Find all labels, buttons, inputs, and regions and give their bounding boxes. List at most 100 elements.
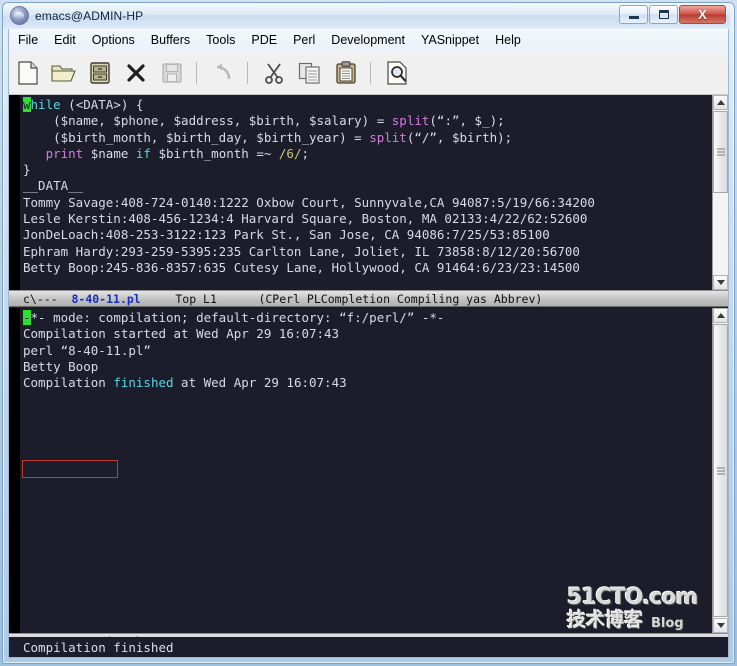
buffer-line: perl “8-40-11.pl” (23, 343, 444, 359)
buffer-line: Ephram Hardy:293-259-5395:235 Carlton La… (23, 244, 595, 260)
window-controls: X (618, 5, 726, 24)
buffer-line: -*- mode: compilation; default-directory… (23, 310, 444, 326)
menu-item-yasnippet[interactable]: YASnippet (414, 31, 486, 49)
chevron-down-icon (716, 623, 725, 628)
scroll-grip-icon (717, 148, 725, 156)
buffer-line: __DATA__ (23, 178, 595, 194)
menu-item-pde[interactable]: PDE (244, 31, 284, 49)
code-token: w (23, 97, 31, 112)
toolbar-separator-3 (370, 61, 371, 84)
code-token: hile (30, 97, 61, 112)
save-as-button[interactable] (83, 55, 117, 91)
compilation-buffer-fringe (9, 308, 20, 633)
code-modeline-position: Top L1 (175, 291, 217, 306)
code-vertical-scrollbar[interactable] (712, 95, 728, 290)
copy-button[interactable] (293, 55, 327, 91)
code-token: Compilation started at Wed Apr 29 16:07:… (23, 326, 340, 342)
menu-item-development[interactable]: Development (324, 31, 412, 49)
menu-item-perl[interactable]: Perl (286, 31, 322, 49)
code-token: *- mode: compilation; default-directory:… (30, 310, 445, 325)
buffer-line: JonDeLoach:408-253-3122:123 Park St., Sa… (23, 227, 595, 243)
chevron-up-icon (716, 100, 725, 105)
close-file-icon (127, 63, 145, 82)
save-button[interactable] (155, 55, 189, 91)
search-button[interactable] (380, 55, 414, 91)
minimize-icon (628, 16, 639, 19)
buffer-line: ($name, $phone, $address, $birth, $salar… (23, 113, 595, 129)
code-token: /6/ (278, 145, 302, 161)
toolbar-separator-2 (247, 61, 248, 84)
compilation-buffer-text[interactable]: -*- mode: compilation; default-directory… (23, 310, 444, 391)
code-scroll-down-button[interactable] (713, 275, 728, 290)
compilation-vertical-scrollbar[interactable] (712, 308, 728, 633)
menu-item-edit[interactable]: Edit (47, 31, 83, 49)
buffer-line: print $name if $birth_month =~ /6/; (23, 146, 595, 162)
chevron-down-icon (716, 280, 725, 285)
menu-item-help[interactable]: Help (488, 31, 528, 49)
compilation-scroll-thumb[interactable] (713, 324, 728, 617)
buffer-line: Compilation finished at Wed Apr 29 16:07… (23, 375, 444, 391)
emacs-icon (10, 6, 29, 25)
menu-item-tools[interactable]: Tools (199, 31, 242, 49)
code-token: __DATA__ (23, 178, 84, 194)
betty-boop-highlight-box (22, 460, 118, 478)
code-token: $name (83, 145, 136, 161)
code-scroll-up-button[interactable] (713, 95, 728, 110)
new-file-icon (18, 60, 38, 85)
code-token: (“:”, $_); (429, 113, 505, 129)
maximize-button[interactable] (649, 5, 678, 24)
compilation-scroll-down-button[interactable] (713, 618, 728, 633)
code-token: Tommy Savage:408-724-0140:1222 Oxbow Cou… (23, 194, 595, 210)
code-token: Betty Boop (23, 358, 99, 374)
code-modeline-coding: c\--- (23, 291, 58, 306)
buffer-line: while (<DATA>) { (23, 97, 595, 113)
code-token: ; (301, 145, 310, 161)
close-button[interactable]: X (679, 5, 726, 24)
copy-icon (298, 62, 320, 84)
code-scroll-thumb[interactable] (713, 111, 728, 193)
title-bar: emacs@ADMIN-HP X (3, 3, 730, 28)
cut-button[interactable] (257, 55, 291, 91)
menu-item-buffers[interactable]: Buffers (144, 31, 197, 49)
file-cabinet-icon (90, 61, 110, 84)
open-folder-icon (51, 64, 76, 82)
code-modeline-buffer-name[interactable]: 8-40-11.pl (71, 292, 140, 306)
code-buffer-window[interactable]: while (<DATA>) { ($name, $phone, $addres… (9, 95, 712, 290)
menu-item-options[interactable]: Options (85, 31, 142, 49)
code-token: JonDeLoach:408-253-3122:123 Park St., Sa… (23, 227, 550, 243)
minibuffer[interactable]: Compilation finished (9, 637, 728, 657)
buffer-line: Compilation started at Wed Apr 29 16:07:… (23, 326, 444, 342)
maximize-icon (658, 10, 669, 19)
code-token: Lesle Kerstin:408-456-1234:4 Harvard Squ… (23, 211, 588, 227)
search-icon (387, 60, 407, 85)
buffer-line: ($birth_month, $birth_day, $birth_year) … (23, 130, 595, 146)
code-buffer-fringe (9, 95, 20, 290)
code-token: Ephram Hardy:293-259-5395:235 Carlton La… (23, 243, 580, 259)
code-token: at Wed Apr 29 16:07:43 (173, 375, 347, 391)
window-title: emacs@ADMIN-HP (35, 8, 144, 23)
scroll-grip-icon (717, 467, 725, 474)
new-file-button[interactable] (11, 55, 45, 91)
code-token: - (23, 310, 31, 325)
code-modeline-modes: (CPerl PLCompletion Compiling yas Abbrev… (258, 291, 543, 306)
compilation-scroll-up-button[interactable] (713, 308, 728, 323)
code-token: ($name, $phone, $address, $birth, $salar… (23, 113, 392, 129)
buffer-line: Tommy Savage:408-724-0140:1222 Oxbow Cou… (23, 195, 595, 211)
buffer-line: } (23, 162, 595, 178)
code-token: $birth_month =~ (150, 145, 279, 161)
undo-button[interactable] (206, 55, 240, 91)
open-folder-button[interactable] (47, 55, 81, 91)
close-icon: X (698, 7, 707, 22)
compilation-buffer-window[interactable]: -*- mode: compilation; default-directory… (9, 308, 712, 633)
code-token: print (45, 145, 84, 161)
code-buffer-text[interactable]: while (<DATA>) { ($name, $phone, $addres… (23, 97, 595, 276)
buffer-line: Betty Boop:245-836-8357:635 Cutesy Lane,… (23, 260, 595, 276)
code-token: ($birth_month, $birth_day, $birth_year) … (23, 129, 370, 145)
paste-button[interactable] (329, 55, 363, 91)
code-token: } (23, 162, 31, 178)
close-file-button[interactable] (119, 55, 153, 91)
minimize-button[interactable] (619, 5, 648, 24)
tool-bar (8, 51, 729, 95)
menu-item-file[interactable]: File (11, 31, 45, 49)
save-floppy-icon (162, 62, 182, 83)
